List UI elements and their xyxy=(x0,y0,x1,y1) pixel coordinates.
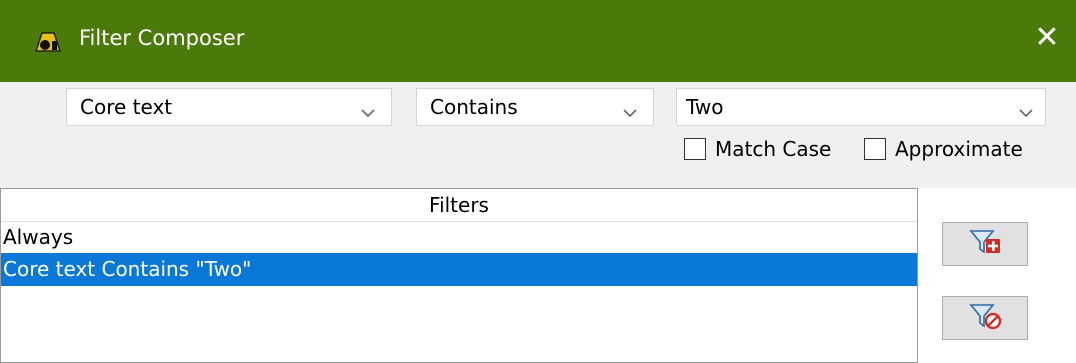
match-case-checkbox[interactable]: Match Case xyxy=(684,135,831,163)
close-button[interactable]: ✕ xyxy=(1030,20,1064,56)
approximate-label: Approximate xyxy=(895,137,1023,161)
funnel-plus-icon xyxy=(968,227,1002,262)
field-select[interactable]: Core text xyxy=(66,88,392,126)
app-icon xyxy=(33,28,63,54)
approximate-box[interactable] xyxy=(864,138,886,160)
list-item[interactable]: Always xyxy=(1,221,917,254)
chevron-down-icon[interactable] xyxy=(1017,101,1035,118)
window-title: Filter Composer xyxy=(79,26,245,50)
approximate-checkbox[interactable]: Approximate xyxy=(864,135,1023,163)
add-filter-button[interactable] xyxy=(942,222,1028,266)
chevron-down-icon[interactable] xyxy=(621,101,639,118)
list-item-selected[interactable]: Core text Contains "Two" xyxy=(1,253,917,286)
match-case-box[interactable] xyxy=(684,138,706,160)
filters-list[interactable]: Filters Always Core text Contains "Two" xyxy=(0,188,918,363)
chevron-down-icon[interactable] xyxy=(359,101,377,118)
match-case-label: Match Case xyxy=(715,137,832,161)
operator-select[interactable]: Contains xyxy=(416,88,654,126)
field-select-value: Core text xyxy=(80,95,173,119)
remove-filter-button[interactable] xyxy=(942,296,1028,340)
term-input[interactable]: Two xyxy=(686,95,724,119)
operator-select-value: Contains xyxy=(430,95,518,119)
funnel-remove-icon xyxy=(968,301,1002,336)
term-combo[interactable]: Two xyxy=(676,88,1046,126)
filters-header: Filters xyxy=(1,189,917,222)
title-bar: Filter Composer ✕ xyxy=(0,0,1076,82)
